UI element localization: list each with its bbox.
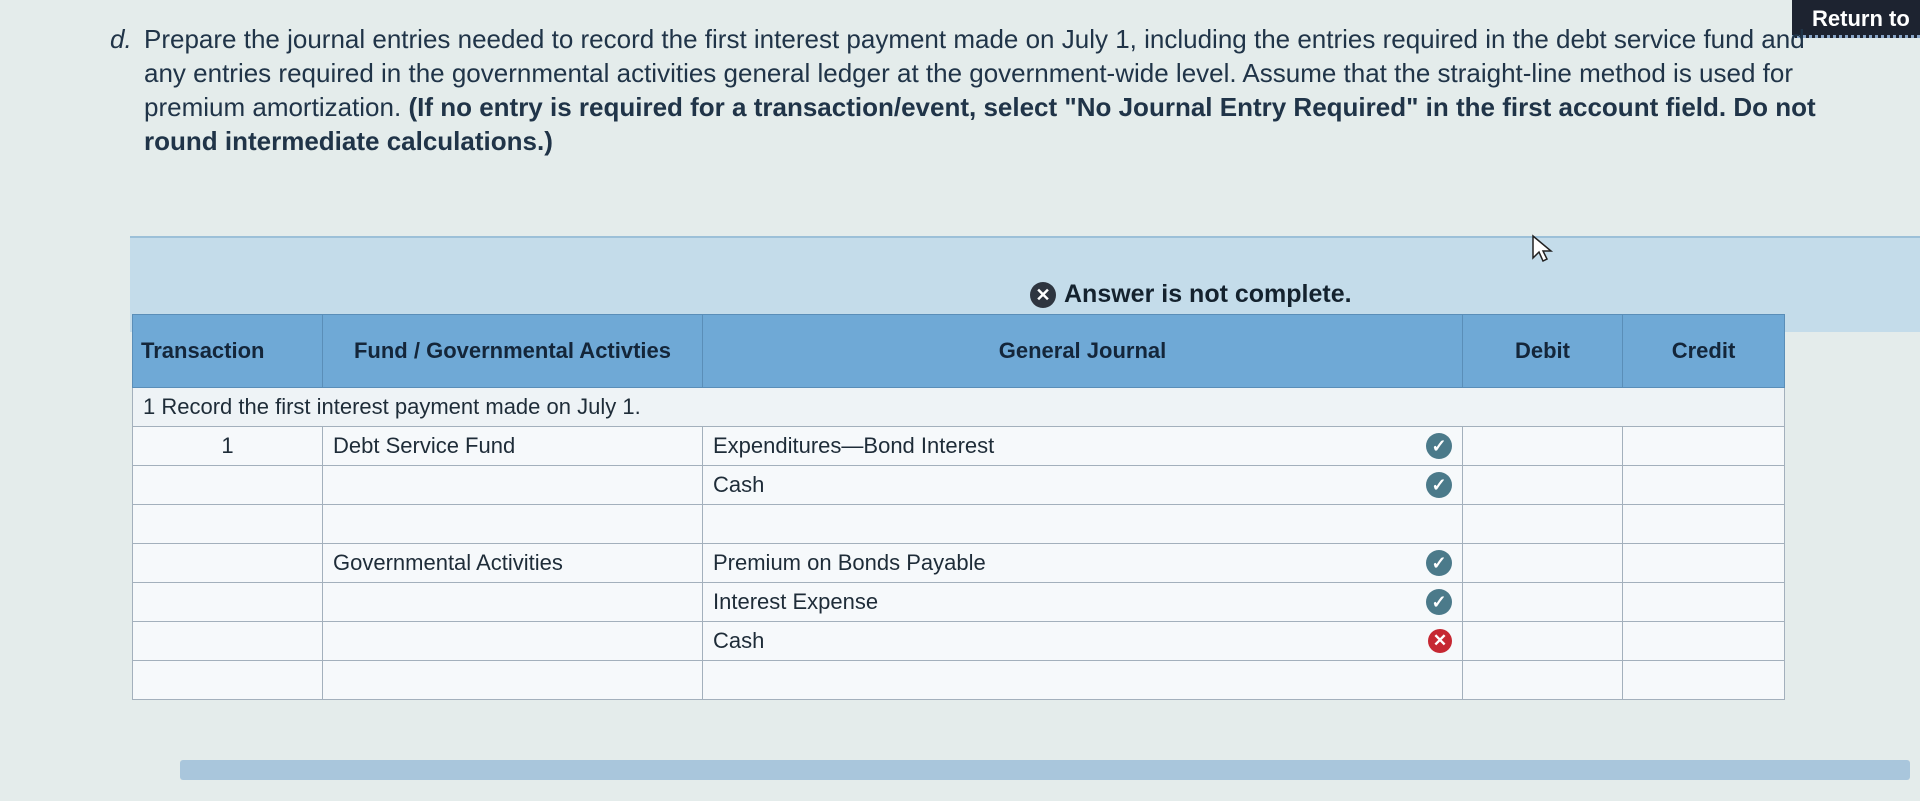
credit-field[interactable] (1622, 543, 1785, 583)
header-credit: Credit (1622, 314, 1785, 388)
mouse-cursor-icon (1532, 234, 1554, 263)
fund-field[interactable] (322, 504, 703, 544)
account-value: Interest Expense (713, 589, 879, 614)
header-general-journal: General Journal (702, 314, 1463, 388)
transaction-cell (132, 543, 323, 583)
check-circle-icon: ✓ (1426, 472, 1452, 498)
fund-field[interactable]: Governmental Activities (322, 543, 703, 583)
account-field[interactable]: Cash ✕ (702, 621, 1463, 661)
check-circle-icon: ✓ (1426, 589, 1452, 615)
answer-status-label: Answer is not complete. (1064, 280, 1352, 308)
account-value: Premium on Bonds Payable (713, 550, 986, 575)
check-circle-icon: ✓ (1426, 433, 1452, 459)
credit-field[interactable] (1622, 660, 1785, 700)
question-instructions: d. Prepare the journal entries needed to… (110, 22, 1840, 158)
transaction-cell (132, 660, 323, 700)
question-letter: d. (110, 24, 132, 54)
header-debit: Debit (1462, 314, 1623, 388)
scrollbar[interactable] (180, 760, 1910, 780)
fund-field[interactable] (322, 621, 703, 661)
account-field[interactable]: Interest Expense ✓ (702, 582, 1463, 622)
credit-field[interactable] (1622, 504, 1785, 544)
transaction-cell (132, 582, 323, 622)
account-value: Cash (713, 628, 765, 653)
debit-field[interactable] (1462, 504, 1623, 544)
account-value: Expenditures—Bond Interest (713, 433, 995, 458)
debit-field[interactable] (1462, 660, 1623, 700)
account-field[interactable]: Premium on Bonds Payable ✓ (702, 543, 1463, 583)
account-field[interactable] (702, 660, 1463, 700)
transaction-cell (132, 621, 323, 661)
header-fund: Fund / Governmental Activties (322, 314, 703, 388)
check-circle-icon: ✓ (1426, 550, 1452, 576)
transaction-description-row: 1 Record the first interest payment made… (132, 387, 1785, 427)
debit-field[interactable] (1462, 465, 1623, 505)
account-field[interactable]: Cash ✓ (702, 465, 1463, 505)
credit-field[interactable] (1622, 465, 1785, 505)
account-value: Cash (713, 472, 765, 497)
debit-field[interactable] (1462, 582, 1623, 622)
fund-field[interactable] (322, 660, 703, 700)
x-circle-icon: ✕ (1030, 281, 1056, 308)
journal-entry-table: Transaction Fund / Governmental Activtie… (132, 314, 1785, 700)
account-field[interactable] (702, 504, 1463, 544)
header-transaction: Transaction (132, 314, 323, 388)
debit-field[interactable] (1462, 426, 1623, 466)
account-field[interactable]: Expenditures—Bond Interest ✓ (702, 426, 1463, 466)
table-row: 1 Debt Service Fund Expenditures—Bond In… (132, 426, 1785, 466)
credit-field[interactable] (1622, 426, 1785, 466)
credit-field[interactable] (1622, 582, 1785, 622)
table-row: Cash ✓ (132, 465, 1785, 505)
fund-field[interactable] (322, 582, 703, 622)
transaction-cell (132, 504, 323, 544)
debit-field[interactable] (1462, 543, 1623, 583)
transaction-cell (132, 465, 323, 505)
fund-field[interactable] (322, 465, 703, 505)
credit-field[interactable] (1622, 621, 1785, 661)
debit-field[interactable] (1462, 621, 1623, 661)
transaction-description: 1 Record the first interest payment made… (132, 387, 1785, 427)
table-row: Interest Expense ✓ (132, 582, 1785, 622)
transaction-cell: 1 (132, 426, 323, 466)
table-row: Governmental Activities Premium on Bonds… (132, 543, 1785, 583)
table-row: Cash ✕ (132, 621, 1785, 661)
table-row (132, 504, 1785, 544)
table-row (132, 660, 1785, 700)
fund-field[interactable]: Debt Service Fund (322, 426, 703, 466)
instruction-text-block: Prepare the journal entries needed to re… (144, 22, 1840, 158)
x-circle-icon: ✕ (1428, 629, 1452, 653)
table-header-row: Transaction Fund / Governmental Activtie… (132, 314, 1785, 388)
answer-status: ✕ Answer is not complete. (1030, 280, 1352, 309)
